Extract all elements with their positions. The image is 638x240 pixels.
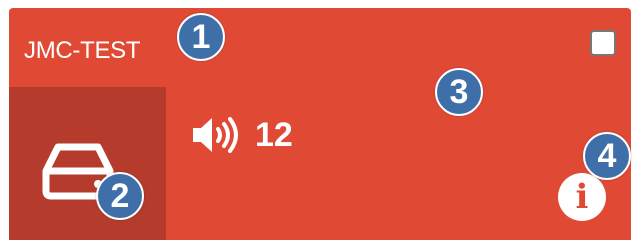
select-checkbox[interactable] [590,30,616,56]
info-button[interactable]: i [558,173,606,221]
device-icon-panel [9,87,166,240]
volume-value: 12 [255,116,293,154]
callout-badge-3: 3 [435,68,483,116]
callout-badge-1: 1 [177,13,225,61]
volume-icon [193,117,238,153]
callout-badge-4: 4 [583,132,631,180]
device-name: JMC-TEST [24,37,141,64]
callout-badge-2: 2 [96,172,144,220]
